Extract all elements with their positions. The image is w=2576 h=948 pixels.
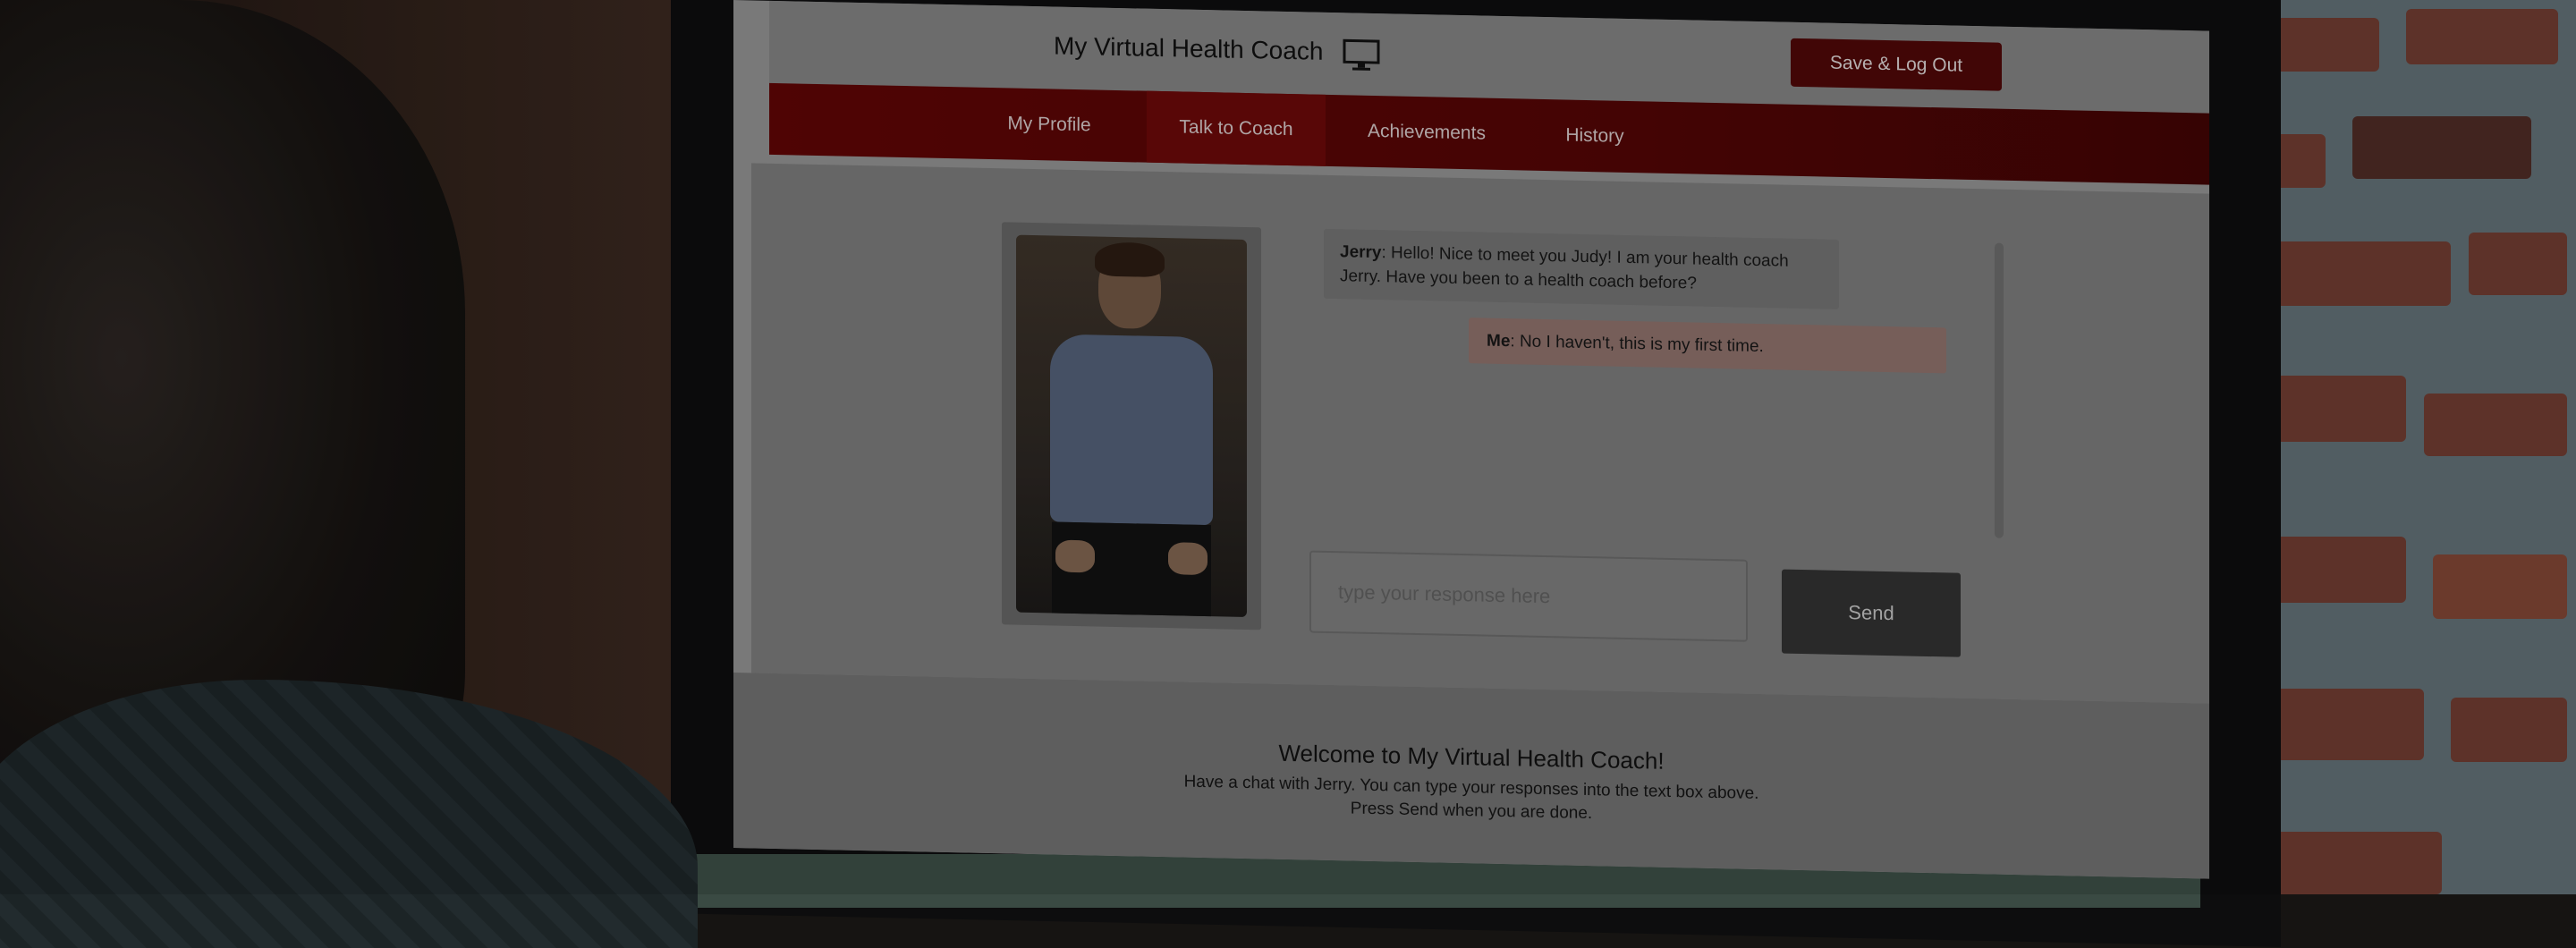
app-screen: My Virtual Health Coach Save & Log Out M…	[733, 0, 2209, 879]
user-message: Me: No I haven't, this is my first time.	[1469, 317, 1946, 374]
tab-talk-to-coach[interactable]: Talk to Coach	[1147, 90, 1326, 166]
app-title: My Virtual Health Coach	[1054, 31, 1324, 65]
tab-my-profile[interactable]: My Profile	[982, 88, 1116, 162]
send-button[interactable]: Send	[1782, 569, 1961, 657]
message-speaker: Jerry	[1340, 242, 1382, 263]
welcome-footer: Welcome to My Virtual Health Coach! Have…	[733, 673, 2209, 879]
tab-achievements[interactable]: Achievements	[1346, 95, 1507, 170]
chat-scrollbar[interactable]	[1995, 242, 2004, 538]
brick-wall	[2236, 0, 2576, 894]
chat-log: Jerry: Hello! Nice to meet you Judy! I a…	[1324, 228, 2021, 538]
monitor-icon	[1343, 38, 1380, 71]
message-text: : No I haven't, this is my first time.	[1510, 332, 1764, 357]
message-text: : Hello! Nice to meet you Judy! I am you…	[1340, 243, 1789, 293]
coach-message: Jerry: Hello! Nice to meet you Judy! I a…	[1324, 228, 1839, 309]
response-input[interactable]	[1309, 550, 1748, 642]
save-and-logout-button[interactable]: Save & Log Out	[1791, 38, 2002, 91]
coach-avatar	[1016, 234, 1247, 618]
tab-history[interactable]: History	[1537, 99, 1653, 174]
welcome-instructions: Have a chat with Jerry. You can type you…	[1131, 769, 1811, 830]
coach-avatar-frame	[1002, 222, 1261, 631]
chat-panel: Jerry: Hello! Nice to meet you Judy! I a…	[751, 163, 2209, 704]
message-speaker: Me	[1487, 331, 1511, 351]
